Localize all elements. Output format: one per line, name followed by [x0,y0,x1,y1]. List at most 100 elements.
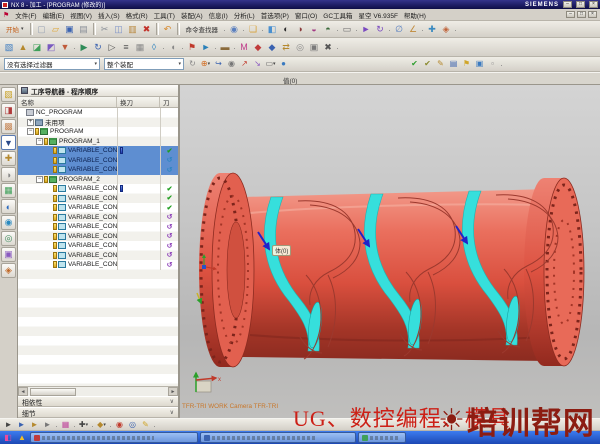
color-palette-icon[interactable]: ▦ [59,419,72,431]
check-geometry-icon[interactable]: ✔ [421,58,434,70]
maximize-button[interactable]: □ [576,1,585,8]
create-operation-icon[interactable]: ▼ [58,40,72,54]
selection-scope-dropdown[interactable]: 整个装配▾ [104,58,184,70]
create-geometry-icon[interactable]: ◪ [30,40,44,54]
generate-toolpath-icon[interactable]: ▶ [77,40,91,54]
navigator-row-program_1[interactable]: −PROGRAM_1 [18,137,178,147]
section-view-icon[interactable]: ◒ [307,22,321,36]
mouse-gesture-icon[interactable]: ◖ [166,40,180,54]
rectangle-select-icon[interactable]: ▭▾ [264,58,277,70]
history-icon[interactable]: ◎ [1,231,16,246]
tree-expander-icon[interactable]: − [36,138,43,145]
machine-tool-view-icon[interactable]: ◆ [265,40,279,54]
menu-item-星空 V6.935F[interactable]: 星空 V6.935F [356,9,401,21]
internet-explorer-icon[interactable]: ◉ [1,215,16,230]
navigator-row--[interactable]: +未用项 [18,118,178,128]
select-remove-cursor-icon[interactable]: ► [28,419,41,431]
lasso-icon[interactable]: ↪ [212,58,225,70]
navigator-row-variable_con-[interactable]: VARIABLE_CON...✔ [18,184,178,194]
part-navigator-icon[interactable]: ▩ [1,119,16,134]
refresh-icon[interactable]: ↻ [186,58,199,70]
new-file-icon[interactable]: ▢ [35,22,49,36]
snap-enable-icon[interactable]: ⊕▾ [199,58,212,70]
system-materials-icon[interactable]: ▣ [1,247,16,262]
move-object-icon[interactable]: ► [359,22,373,36]
menu-item-编辑E[interactable]: 编辑(E) [40,9,68,21]
vector-up-icon[interactable]: ↗ [238,58,251,70]
assembly-navigator-icon[interactable]: ▧ [1,87,16,102]
object-display-icon[interactable]: ◎ [293,40,307,54]
child-restore-button[interactable]: □ [577,11,586,18]
verify-toolpath-icon[interactable]: ▷ [105,40,119,54]
close-button[interactable]: × [589,1,598,8]
show-hide-icon[interactable]: ▭ [340,22,354,36]
select-cursor-icon[interactable]: ► [2,419,15,431]
menu-item-首选项P[interactable]: 首选项(P) [258,9,292,21]
dependencies-section-header[interactable]: 相依性 ∨ [18,396,178,407]
shaded-ball-icon[interactable]: ● [277,58,290,70]
workpiece-icon[interactable]: ▬ [218,40,232,54]
measure-angle-icon[interactable]: ∠ [406,22,420,36]
navigator-row-variable_con-[interactable]: VARIABLE_CON...✔ [18,203,178,213]
minimize-button[interactable]: – [563,1,572,8]
toolpath-editor-icon[interactable]: ► [199,40,213,54]
measure-distance-icon[interactable]: ∅ [392,22,406,36]
navigator-row-variable_con-[interactable]: VARIABLE_CON...✔ [18,194,178,204]
window-icon[interactable]: ❏ [246,22,260,36]
navigator-row-variable_con-[interactable]: VARIABLE_CON...↺ [18,156,178,166]
taskbar-app-2-icon[interactable]: ▲ [16,432,28,443]
highlight-ball-icon[interactable]: ◉ [225,58,238,70]
navigator-row-variable_con-[interactable]: VARIABLE_CON...↺ [18,232,178,242]
edit-check-icon[interactable]: ✎ [434,58,447,70]
tree-expander-icon[interactable]: − [27,128,34,135]
navigator-row-variable_con-[interactable]: VARIABLE_CON...↺ [18,251,178,261]
scroll-left-icon[interactable]: ◄ [18,387,28,396]
navigator-row-variable_con-[interactable]: VARIABLE_CON...↺ [18,241,178,251]
rotate-view-icon[interactable]: ↻ [373,22,387,36]
cut-icon[interactable]: ✂ [98,22,112,36]
toolbar-overflow[interactable]: . [453,26,458,32]
scroll-right-icon[interactable]: ► [168,387,178,396]
details-section-header[interactable]: 细节 ∨ [18,407,178,418]
menu-item-分析L[interactable]: 分析(L) [231,9,258,21]
scrollbar-thumb[interactable] [30,388,76,396]
taskbar-app-1-icon[interactable]: ◧ [2,432,14,443]
taskbar-window-button-1[interactable] [30,432,198,443]
feed-rate-icon[interactable]: ⚑ [185,40,199,54]
navigator-row-nc_program[interactable]: NC_PROGRAM [18,108,178,118]
shaded-view-icon[interactable]: ◧ [265,22,279,36]
mini-view-icon[interactable]: ▫ [486,58,499,70]
style-wand-icon[interactable]: ✎ [139,419,152,431]
post-process-icon[interactable]: ◊ [147,40,161,54]
menu-item-帮助H[interactable]: 帮助(H) [401,9,429,21]
roles-icon[interactable]: ◈ [1,263,16,278]
child-close-button[interactable]: × [588,11,597,18]
touch-mode-icon[interactable]: ◉ [227,22,241,36]
transform-icon[interactable]: ⇄ [279,40,293,54]
column-toolchange[interactable]: 换刀 [117,97,160,107]
simulate-machine-icon[interactable]: ▦ [133,40,147,54]
copy-icon[interactable]: ◫ [112,22,126,36]
window-preview-icon[interactable]: ▣ [473,58,486,70]
undo-icon[interactable]: ↶ [161,22,175,36]
dropdown-arrow-icon[interactable]: ▾ [94,61,97,67]
rendering-style-icon[interactable]: ◐ [279,22,293,36]
point-constructor-icon[interactable]: ✚▾ [77,419,90,431]
toolbar-overflow[interactable]: . [152,422,157,428]
menu-item-窗口O[interactable]: 窗口(O) [292,9,320,21]
view-clip-icon[interactable]: ◓ [321,22,335,36]
navigator-row-variable_con-[interactable]: VARIABLE_CON...↺ [18,165,178,175]
toolbar-overflow[interactable]: . [335,44,340,50]
graphics-viewport[interactable]: x 体(0) TFR-TRI WORK Camera TFR-TRI [180,85,600,418]
hd3d-tool-icon[interactable]: ◐ [1,199,16,214]
snap-midpoint-icon[interactable]: ◆▾ [95,419,108,431]
save-icon[interactable]: ▣ [63,22,77,36]
navigator-row-variable_con-[interactable]: VARIABLE_CON...↺ [18,213,178,223]
navigator-row-program[interactable]: −PROGRAM [18,127,178,137]
toolbar-overflow[interactable]: . [499,61,504,67]
machining-wizard-icon[interactable]: ✚ [1,151,16,166]
menu-item-GC工具箱[interactable]: GC工具箱 [320,9,355,21]
menu-item-插入S[interactable]: 插入(S) [95,9,123,21]
create-tool-icon[interactable]: ▲ [16,40,30,54]
column-toolpath[interactable]: 刀 [160,97,178,107]
